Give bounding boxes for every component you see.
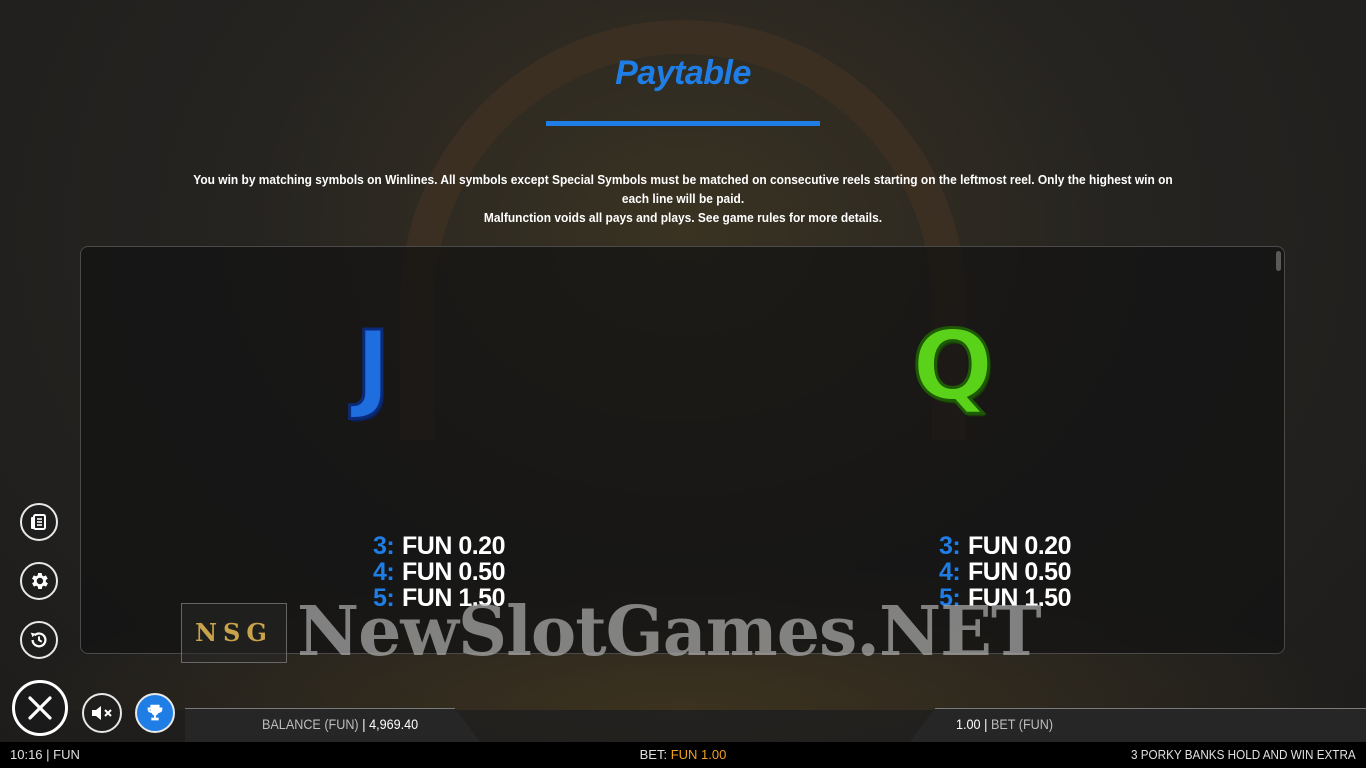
close-button[interactable] bbox=[12, 680, 68, 736]
page-title: Paytable bbox=[615, 54, 751, 92]
symbol-j-icon: J bbox=[354, 310, 393, 422]
status-bet-label: BET: bbox=[639, 747, 668, 762]
trophy-button[interactable] bbox=[135, 693, 175, 733]
sound-toggle-button[interactable] bbox=[82, 693, 122, 733]
trophy-icon bbox=[147, 704, 163, 721]
balance-label: BALANCE (FUN) bbox=[262, 716, 359, 732]
pay-count: 3: bbox=[939, 532, 961, 560]
watermark-text: NewSlotGames.NET bbox=[297, 592, 1042, 672]
bet-separator: | bbox=[984, 716, 988, 732]
intro-line-1: You win by matching symbols on Winlines.… bbox=[193, 172, 1173, 206]
history-icon bbox=[30, 632, 47, 648]
history-button[interactable] bbox=[20, 621, 58, 659]
balance-display: BALANCE (FUN) | 4,969.40 bbox=[262, 716, 418, 732]
pay-row: 4: FUN 0.50 bbox=[939, 559, 1071, 585]
pay-row: 3: FUN 0.20 bbox=[939, 533, 1071, 559]
settings-button[interactable] bbox=[20, 562, 58, 600]
pay-row: 4: FUN 0.50 bbox=[373, 559, 505, 585]
symbol-q-icon: Q bbox=[911, 310, 996, 422]
gear-icon bbox=[32, 573, 48, 589]
pay-value: FUN 0.20 bbox=[968, 532, 1071, 560]
paytable-icon bbox=[31, 514, 46, 530]
pay-value: FUN 0.20 bbox=[402, 532, 505, 560]
title-underline bbox=[546, 121, 820, 126]
bet-bar-edge bbox=[935, 708, 1366, 709]
status-bet-amount: FUN 1.00 bbox=[670, 747, 727, 762]
close-icon bbox=[28, 696, 52, 720]
intro-line-2: Malfunction voids all pays and plays. Se… bbox=[483, 210, 883, 225]
bet-value: 1.00 bbox=[956, 716, 981, 732]
bet-display: 1.00 | BET (FUN) bbox=[956, 716, 1053, 732]
watermark: NSG NewSlotGames.NET bbox=[181, 592, 1186, 672]
status-bar: 10:16 | FUN BET: FUN 1.00 3 PORKY BANKS … bbox=[0, 742, 1366, 768]
pay-count: 3: bbox=[373, 532, 395, 560]
paytable-button[interactable] bbox=[20, 503, 58, 541]
pay-count: 4: bbox=[939, 558, 961, 586]
paytable-intro: You win by matching symbols on Winlines.… bbox=[183, 170, 1182, 227]
pay-value: FUN 0.50 bbox=[968, 558, 1071, 586]
speaker-muted-icon bbox=[92, 706, 112, 720]
watermark-logo: NSG bbox=[181, 603, 287, 663]
balance-bar-edge bbox=[185, 708, 455, 709]
panel-scrollbar[interactable] bbox=[1276, 251, 1281, 271]
pay-count: 4: bbox=[373, 558, 395, 586]
status-game-name: 3 PORKY BANKS HOLD AND WIN EXTRA bbox=[1131, 747, 1356, 762]
balance-value: 4,969.40 bbox=[369, 716, 419, 732]
balance-separator: | bbox=[362, 716, 366, 732]
pay-row: 3: FUN 0.20 bbox=[373, 533, 505, 559]
pay-value: FUN 0.50 bbox=[402, 558, 505, 586]
bet-label: BET (FUN) bbox=[991, 716, 1054, 732]
